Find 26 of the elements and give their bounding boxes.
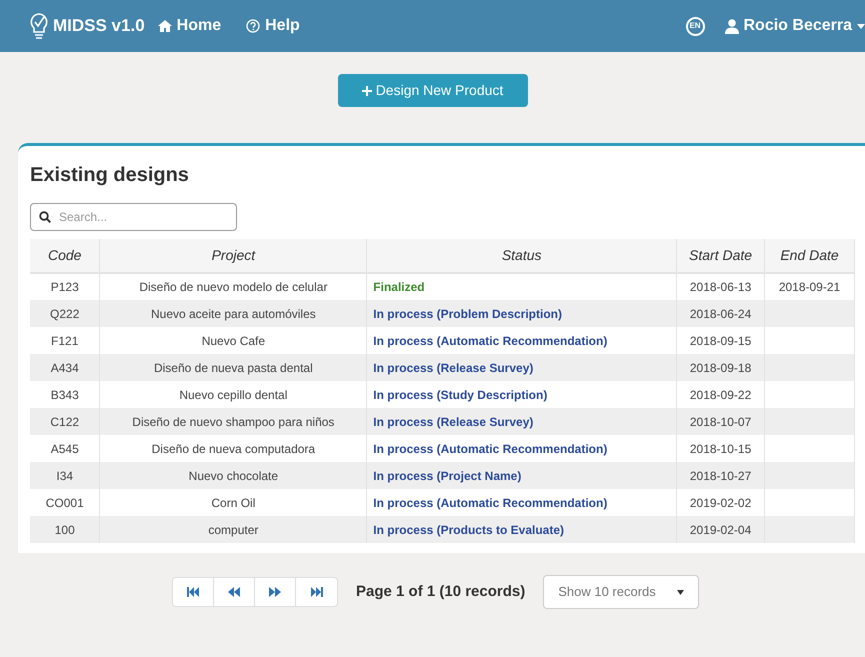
panel-title: Existing designs bbox=[30, 163, 189, 188]
caret-icon bbox=[857, 24, 865, 28]
plus-icon bbox=[362, 86, 372, 96]
code-cell: 100 bbox=[30, 516, 100, 543]
first-page-icon bbox=[187, 587, 199, 597]
project-cell: computer bbox=[100, 516, 367, 543]
help-icon bbox=[246, 19, 260, 33]
brand-name[interactable]: MIDSS v1.0 bbox=[53, 13, 145, 39]
double-left-arrow-icon bbox=[228, 587, 240, 597]
page-size-select[interactable]: Show 10 records bbox=[543, 575, 700, 609]
search-field[interactable]: Search... bbox=[30, 203, 237, 231]
nav-link[interactable]: Home bbox=[158, 14, 222, 38]
double-right-arrow-icon bbox=[269, 587, 281, 597]
user-menu[interactable]: Rocio Becerra bbox=[724, 14, 865, 38]
search-icon bbox=[39, 211, 51, 223]
language-button[interactable]: EN bbox=[686, 16, 704, 36]
home-icon bbox=[158, 20, 172, 32]
lightbulb-icon bbox=[30, 13, 48, 39]
last-page-icon bbox=[310, 587, 322, 597]
nav-link[interactable]: Help bbox=[246, 14, 300, 38]
status-cell: In process (Products to Evaluate) bbox=[366, 516, 677, 543]
user-icon bbox=[724, 18, 738, 34]
date-cell: 2019-02-04 bbox=[676, 516, 765, 543]
dropdown-caret-icon bbox=[677, 590, 684, 594]
page-info: Page 1 of 1 (10 records) bbox=[356, 582, 526, 602]
design-new-product-button[interactable]: Design New Product bbox=[338, 74, 528, 107]
